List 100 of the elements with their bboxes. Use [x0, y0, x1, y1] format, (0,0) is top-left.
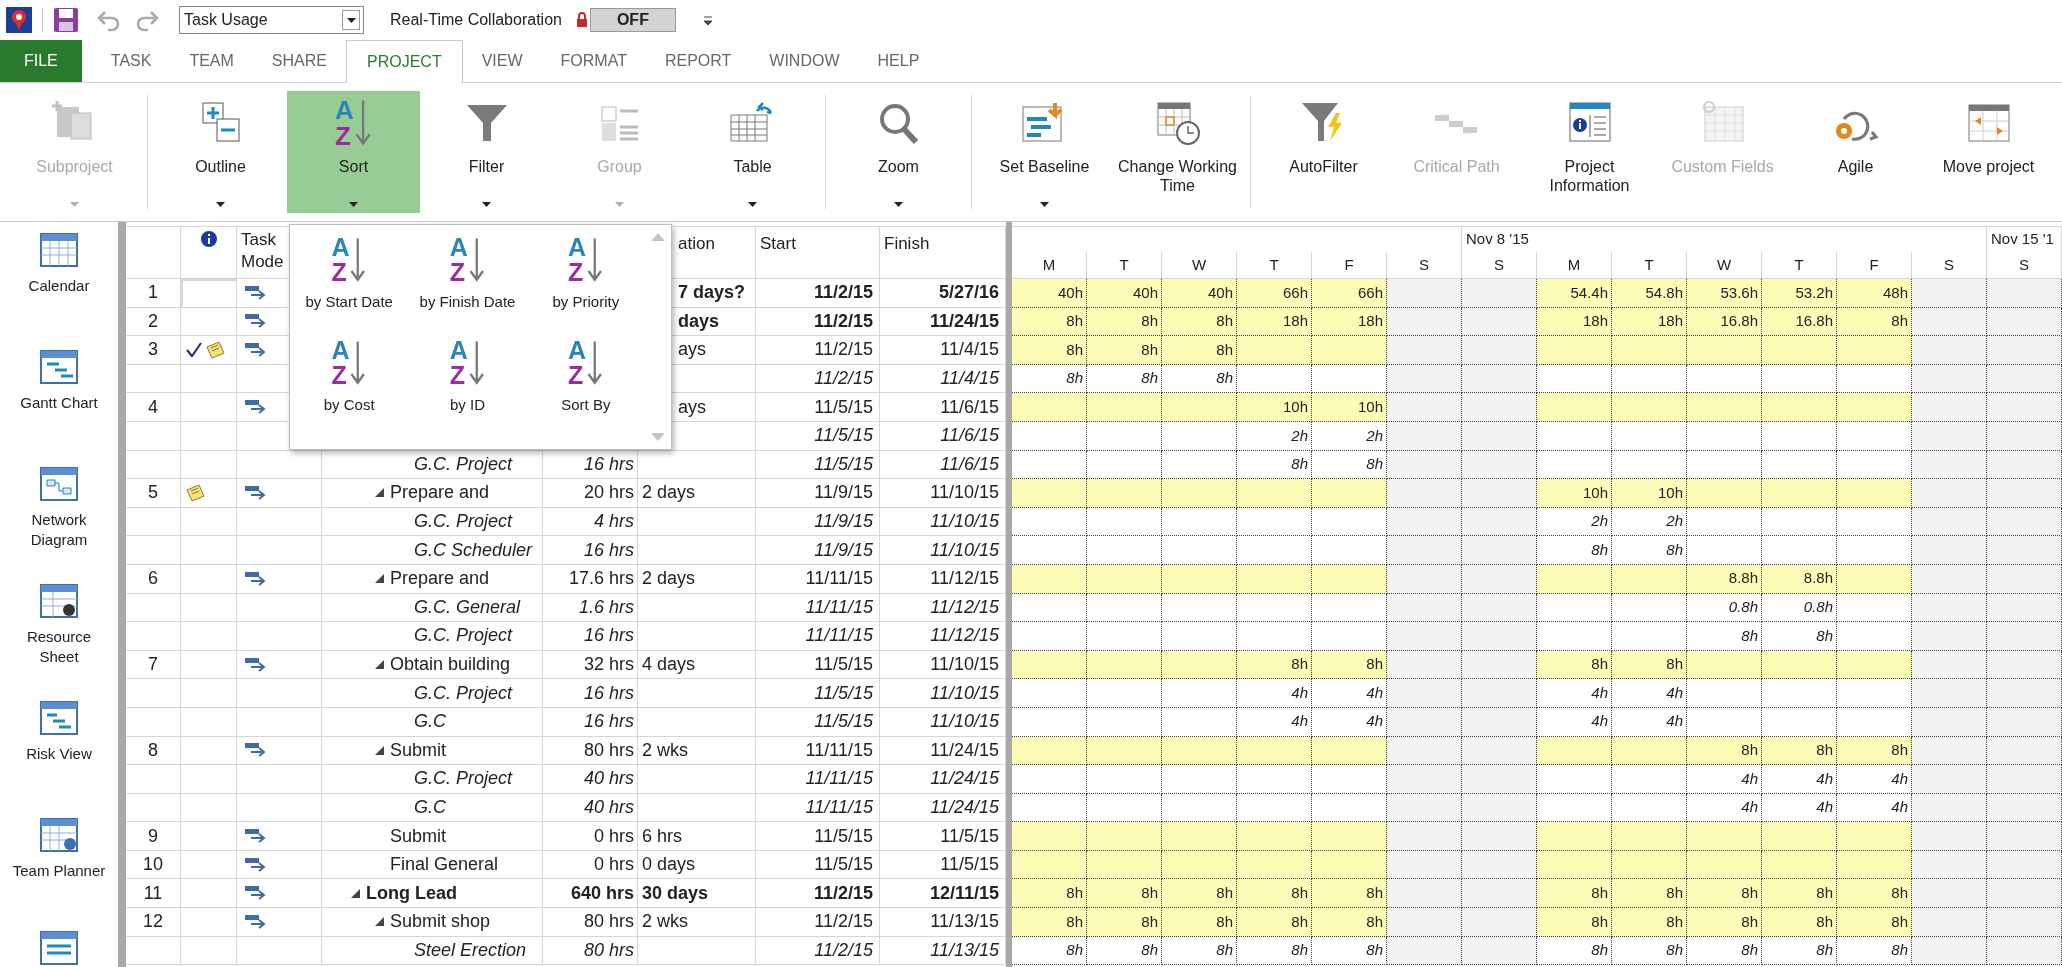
- collapse-triangle-icon[interactable]: [374, 660, 384, 669]
- ribbon-button[interactable]: Move project: [1922, 91, 2055, 213]
- ribbon-button[interactable]: Change Working Time: [1111, 91, 1244, 213]
- customize-menu-icon[interactable]: [701, 14, 714, 26]
- indicator-cell[interactable]: [181, 450, 237, 480]
- row-number: [126, 679, 181, 708]
- ribbon-button[interactable]: Agile: [1789, 91, 1922, 213]
- scroll-up-icon[interactable]: [651, 233, 665, 241]
- table-cell: 4 hrs: [543, 507, 638, 537]
- indicator-cell[interactable]: [181, 679, 237, 708]
- scroll-down-icon[interactable]: [651, 433, 665, 441]
- ribbon-button[interactable]: Outline: [154, 91, 287, 213]
- ribbon-tab[interactable]: WINDOW: [750, 40, 859, 82]
- ribbon-button[interactable]: Set Baseline: [978, 91, 1111, 213]
- indicator-cell[interactable]: [181, 364, 237, 394]
- indicator-cell[interactable]: [181, 850, 237, 880]
- task-name: Long Lead: [366, 881, 457, 905]
- auto-schedule-icon: [245, 743, 267, 758]
- ribbon-tab[interactable]: HELP: [858, 40, 939, 82]
- sort-menu-item[interactable]: A Z by Cost: [290, 336, 409, 439]
- indicator-cell[interactable]: [181, 650, 237, 680]
- auto-schedule-icon: [245, 343, 267, 357]
- view-bar-item[interactable]: Team Planner: [4, 813, 114, 930]
- hours-cell: 8h: [1537, 936, 1612, 966]
- ribbon-tab[interactable]: FILE: [0, 40, 82, 82]
- table-cell: 40 hrs: [543, 765, 638, 794]
- collapse-triangle-icon[interactable]: [374, 917, 384, 927]
- hours-cell: 4h: [1537, 679, 1612, 708]
- collapse-triangle-icon[interactable]: [374, 574, 384, 584]
- collapse-triangle-icon[interactable]: [374, 745, 384, 755]
- ribbon-button[interactable]: Project Information: [1523, 91, 1656, 213]
- view-combo[interactable]: Task Usage: [179, 6, 364, 34]
- ribbon-tab[interactable]: VIEW: [462, 40, 542, 82]
- indicator-cell[interactable]: [181, 336, 237, 365]
- indicator-cell[interactable]: [181, 879, 237, 909]
- splitter-bar[interactable]: [1006, 222, 1012, 967]
- indicator-cell[interactable]: [181, 564, 237, 594]
- collaboration-label: Real-Time Collaboration: [390, 10, 562, 30]
- hours-cell: 53.2h: [1762, 279, 1837, 308]
- ribbon-button[interactable]: AutoFilter: [1257, 91, 1390, 213]
- indicator-cell[interactable]: [181, 793, 237, 823]
- hours-cell: 4h: [1612, 679, 1687, 708]
- hours-cell: 8h: [1762, 908, 1837, 937]
- collaboration-toggle[interactable]: OFF: [589, 8, 676, 32]
- indicator-cell[interactable]: [181, 507, 237, 537]
- indicator-cell[interactable]: [181, 279, 237, 308]
- indicator-cell[interactable]: [181, 822, 237, 851]
- indicator-cell[interactable]: [181, 622, 237, 651]
- indicator-cell[interactable]: [181, 908, 237, 937]
- hours-cell: 8h: [1762, 879, 1837, 909]
- indicator-cell[interactable]: [181, 536, 237, 565]
- ribbon-tab[interactable]: FORMAT: [541, 40, 646, 82]
- ribbon-button[interactable]: Filter: [420, 91, 553, 213]
- ribbon-button[interactable]: A Z Sort: [287, 91, 420, 213]
- ribbon-tab[interactable]: SHARE: [252, 40, 346, 82]
- hours-cell: 8h: [1687, 936, 1762, 966]
- sort-menu-item[interactable]: A Z by ID: [408, 336, 527, 439]
- indicator-cell[interactable]: [181, 593, 237, 623]
- save-icon[interactable]: [53, 7, 79, 33]
- view-bar-item[interactable]: Network Diagram: [4, 462, 114, 579]
- indicator-cell[interactable]: [181, 307, 237, 337]
- view-bar-item[interactable]: Risk View: [4, 696, 114, 813]
- app-logo-icon[interactable]: [6, 7, 32, 33]
- indicator-cell[interactable]: [181, 736, 237, 766]
- hours-cell: 8h: [1837, 307, 1912, 337]
- task-name: G.C Scheduler: [414, 538, 533, 562]
- indicator-cell[interactable]: [181, 707, 237, 737]
- undo-icon[interactable]: [95, 8, 121, 32]
- table-cell: 11/11/15: [756, 765, 880, 794]
- ribbon-button[interactable]: Table: [686, 91, 819, 213]
- redo-icon[interactable]: [135, 8, 161, 32]
- indicator-cell[interactable]: [181, 421, 237, 451]
- ribbon-tab[interactable]: PROJECT: [346, 40, 463, 83]
- indicator-cell[interactable]: [181, 765, 237, 794]
- note-icon: [205, 341, 225, 359]
- table-cell: 16 hrs: [543, 536, 638, 565]
- task-name: G.C. Project: [414, 681, 513, 705]
- view-bar-item[interactable]: Calendar: [4, 228, 114, 345]
- task-name: Submit: [390, 738, 447, 762]
- sort-menu-item[interactable]: A Z by Finish Date: [408, 233, 527, 336]
- indicator-cell[interactable]: [181, 936, 237, 966]
- ribbon-tab[interactable]: REPORT: [645, 40, 751, 82]
- collapse-triangle-icon[interactable]: [350, 888, 360, 898]
- indicator-cell[interactable]: [181, 393, 237, 422]
- ribbon-tab[interactable]: TEAM: [170, 40, 253, 82]
- hours-cell: 2h: [1537, 507, 1612, 537]
- table-cell: 11/5/15: [756, 650, 880, 680]
- view-bar-item[interactable]: Gantt Chart: [4, 345, 114, 462]
- hours-cell: 8h: [1312, 879, 1387, 909]
- indicator-cell[interactable]: [181, 479, 237, 508]
- table-cell: 11/5/15: [756, 822, 880, 851]
- collapse-triangle-icon[interactable]: [374, 488, 384, 498]
- view-bar-item[interactable]: Resource Sheet: [4, 579, 114, 696]
- hours-cell: 40h: [1162, 279, 1237, 308]
- row-number: [126, 765, 181, 794]
- ribbon-tab[interactable]: TASK: [91, 40, 171, 82]
- hours-cell: 8h: [1837, 736, 1912, 766]
- hours-cell: 8h: [1237, 650, 1312, 680]
- ribbon-button[interactable]: Zoom: [832, 91, 965, 213]
- splitter-bar[interactable]: [118, 222, 126, 967]
